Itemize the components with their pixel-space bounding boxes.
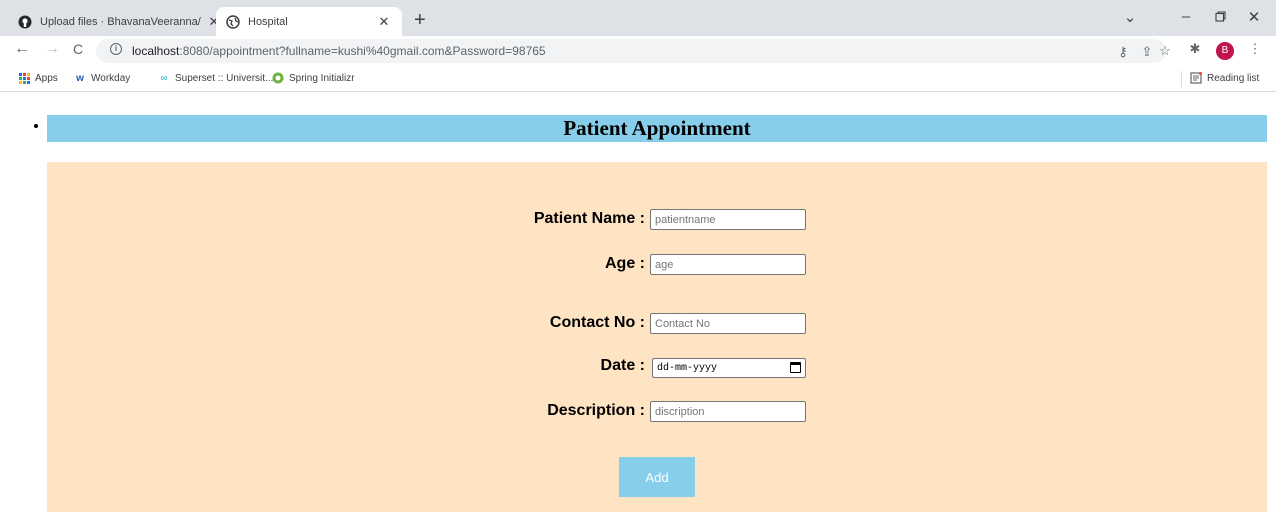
superset-icon: ∞ xyxy=(160,72,168,84)
reading-list-icon xyxy=(1190,72,1202,84)
page-header: Patient Appointment xyxy=(47,115,1267,142)
workday-icon: w xyxy=(76,72,84,84)
date-row: Date : dd-mm-yyyy xyxy=(47,356,1267,378)
reading-list-label: Reading list xyxy=(1207,72,1260,84)
date-input[interactable]: dd-mm-yyyy xyxy=(652,358,806,378)
star-icon[interactable]: ☆ xyxy=(1156,43,1174,59)
age-label: Age : xyxy=(605,255,645,272)
profile-avatar[interactable]: B xyxy=(1216,42,1234,60)
age-input[interactable] xyxy=(650,254,806,275)
share-icon[interactable]: ⇪ xyxy=(1138,44,1156,60)
forward-arrow-icon[interactable]: → xyxy=(42,40,62,58)
bookmark-superset[interactable]: ∞ Superset :: Universit... xyxy=(158,72,273,84)
url-path: :8080/appointment?fullname=kushi%40gmail… xyxy=(179,44,546,58)
close-tab-icon[interactable]: ✕ xyxy=(376,14,392,30)
reading-list-button[interactable]: Reading list xyxy=(1190,72,1259,84)
close-window-icon[interactable]: ✕ xyxy=(1244,8,1264,26)
info-icon[interactable]: i xyxy=(110,43,122,55)
bookmark-label: Spring Initializr xyxy=(289,72,355,84)
contact-no-label: Contact No : xyxy=(549,314,645,331)
bookmarks-bar: Apps w Workday ∞ Superset :: Universit..… xyxy=(0,66,1276,92)
tab-title: Upload files · BhavanaVeeranna/ xyxy=(40,15,201,28)
date-placeholder: dd-mm-yyyy xyxy=(657,363,718,374)
description-label: Description : xyxy=(547,402,645,419)
key-icon[interactable]: ⚷ xyxy=(1114,44,1132,60)
bookmark-spring[interactable]: Spring Initializr xyxy=(272,72,355,84)
age-row: Age : xyxy=(47,254,1267,276)
tab-strip: Upload files · BhavanaVeeranna/ ✕ Hospit… xyxy=(0,0,1276,36)
reload-icon[interactable]: C xyxy=(68,41,88,57)
bookmarks-divider xyxy=(1181,71,1182,87)
tab-title: Hospital xyxy=(248,15,288,28)
globe-icon xyxy=(226,14,240,29)
add-button[interactable]: Add xyxy=(619,457,695,497)
page-title: Patient Appointment xyxy=(563,116,751,140)
tab-search-icon[interactable]: ⌄ xyxy=(1120,8,1140,26)
back-arrow-icon[interactable]: ← xyxy=(12,40,32,58)
bookmark-apps[interactable]: Apps xyxy=(18,72,58,84)
restore-icon[interactable] xyxy=(1210,8,1230,26)
bookmark-label: Workday xyxy=(91,72,131,84)
tab-upload-files[interactable]: Upload files · BhavanaVeeranna/ ✕ xyxy=(8,7,232,36)
new-tab-button[interactable]: + xyxy=(414,10,426,30)
extensions-puzzle-icon[interactable]: ✱ xyxy=(1186,41,1204,57)
appointment-form: Patient Name : Age : Contact No : Date :… xyxy=(47,162,1267,512)
bookmark-workday[interactable]: w Workday xyxy=(74,72,130,84)
patient-name-input[interactable] xyxy=(650,209,806,230)
apps-grid-icon xyxy=(18,72,30,84)
tab-hospital[interactable]: Hospital ✕ xyxy=(216,7,402,36)
description-input[interactable] xyxy=(650,401,806,422)
description-row: Description : xyxy=(47,401,1267,423)
github-icon xyxy=(18,15,32,29)
browser-toolbar: ← → C i localhost:8080/appointment?fulln… xyxy=(0,36,1276,66)
minimize-icon[interactable]: – xyxy=(1176,8,1196,25)
date-label: Date : xyxy=(600,357,645,374)
url-host: localhost xyxy=(132,44,180,58)
address-bar[interactable]: i localhost:8080/appointment?fullname=ku… xyxy=(96,39,1171,63)
bookmark-label: Apps xyxy=(35,72,58,84)
spring-icon xyxy=(272,72,284,84)
menu-kebab-icon[interactable]: ⋮ xyxy=(1246,41,1264,57)
bookmark-label: Superset :: Universit... xyxy=(175,72,274,84)
calendar-icon[interactable] xyxy=(790,362,801,373)
list-bullet xyxy=(34,124,38,128)
contact-no-input[interactable] xyxy=(650,313,806,334)
contact-no-row: Contact No : xyxy=(47,313,1267,335)
url-text: localhost:8080/appointment?fullname=kush… xyxy=(132,44,546,58)
patient-name-label: Patient Name : xyxy=(533,210,645,227)
patient-name-row: Patient Name : xyxy=(47,209,1267,231)
